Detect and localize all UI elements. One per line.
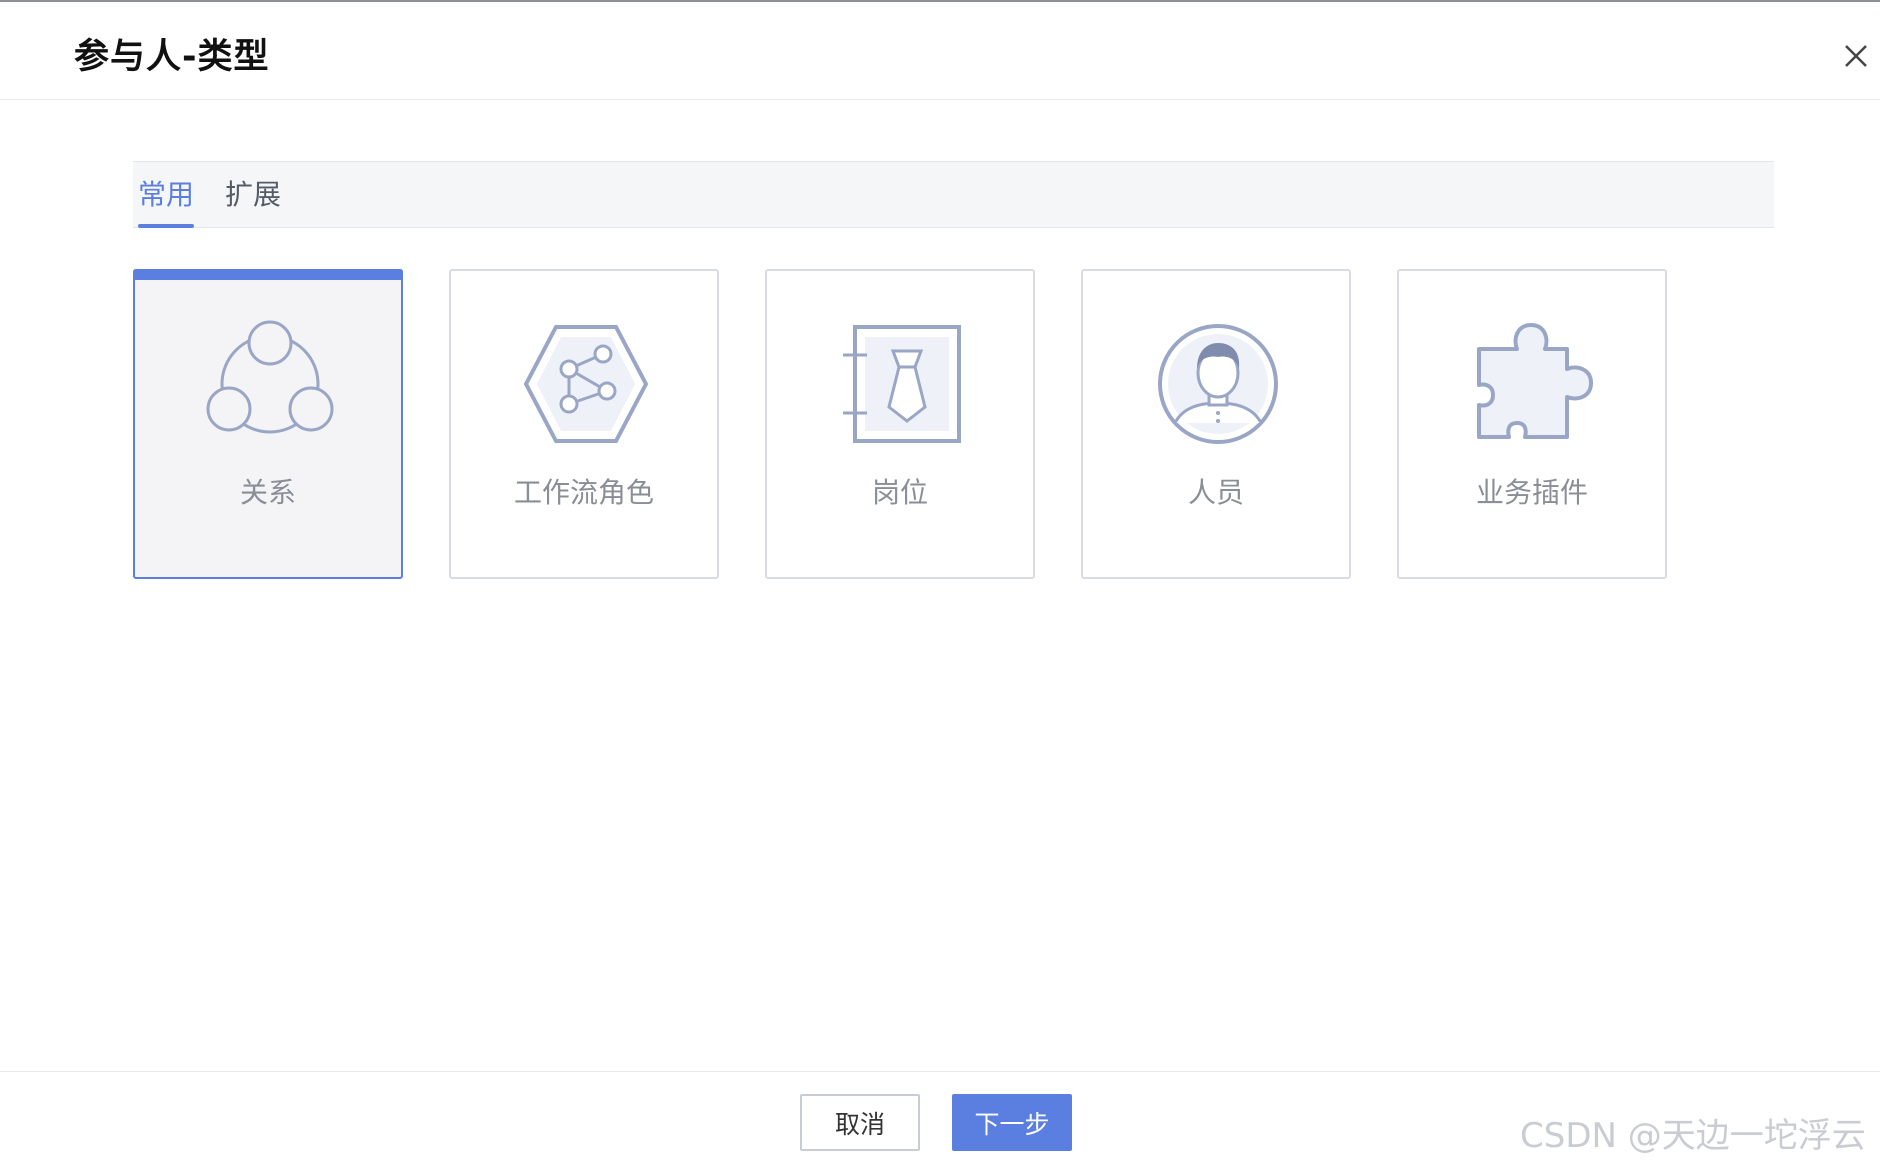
dialog-title: 参与人-类型 (74, 37, 270, 77)
selected-indicator (133, 269, 403, 280)
position-icon (843, 325, 961, 443)
card-workflow-role[interactable]: 工作流角色 (449, 269, 719, 579)
tab-bar: 常用 扩展 (133, 161, 1774, 228)
active-tab-underline (138, 224, 194, 228)
card-person[interactable]: 人员 (1081, 269, 1351, 579)
tab-label: 扩展 (225, 178, 282, 211)
tab-common[interactable]: 常用 (138, 174, 194, 228)
card-label: 岗位 (871, 476, 928, 509)
card-relationship[interactable]: 关系 (133, 269, 403, 579)
card-position[interactable]: 岗位 (765, 269, 1035, 579)
card-business-plugin[interactable]: 业务插件 (1397, 269, 1667, 579)
workflow-role-icon (523, 325, 649, 443)
tab-extension[interactable]: 扩展 (225, 174, 283, 228)
person-icon (1158, 324, 1278, 444)
puzzle-plugin-icon (1477, 323, 1593, 439)
next-step-button[interactable]: 下一步 (952, 1094, 1072, 1151)
dialog-header: 参与人-类型 (0, 2, 1880, 100)
card-label: 人员 (1187, 476, 1244, 509)
relationship-icon (206, 320, 334, 434)
card-label: 工作流角色 (513, 476, 654, 509)
close-icon (1845, 45, 1867, 67)
cancel-button[interactable]: 取消 (800, 1094, 920, 1151)
card-label: 关系 (239, 476, 296, 509)
tab-label: 常用 (138, 178, 195, 211)
watermark: CSDN @天边一坨浮云 (1520, 1116, 1866, 1156)
card-label: 业务插件 (1475, 476, 1588, 509)
close-button[interactable] (1836, 36, 1876, 76)
type-card-list: 关系 工作流角色 岗位 人员 业务插件 (133, 269, 1693, 580)
